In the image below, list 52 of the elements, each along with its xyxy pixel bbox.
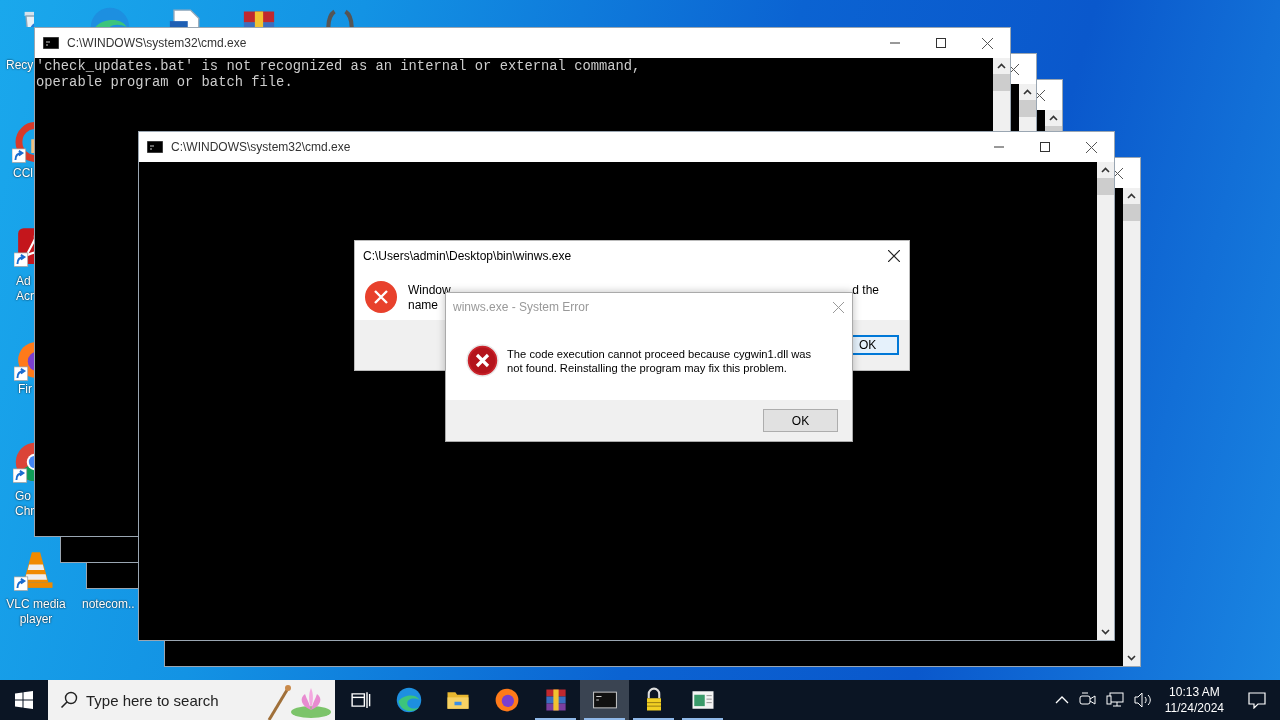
window-title: C:\WINDOWS\system32\cmd.exe [171,140,351,154]
message-text: d the [852,283,879,298]
start-icon[interactable] [15,691,33,709]
chevron-up-icon[interactable] [1054,696,1069,704]
console-line: operable program or batch file. [36,75,294,91]
dialog-title: winws.exe - System Error [453,300,591,314]
desktop-icon-label[interactable]: CCl [13,166,34,181]
camera-icon[interactable] [1078,692,1096,708]
scrollbar-thumb[interactable] [1019,100,1036,117]
close-icon[interactable] [981,37,993,49]
scroll-up-icon[interactable] [997,63,1006,69]
close-icon[interactable] [1085,141,1097,153]
terminal-icon [147,141,163,153]
close-icon[interactable] [888,250,900,262]
maximize-icon[interactable] [1040,142,1050,152]
scrollbar-thumb[interactable] [1045,126,1062,131]
clock-button[interactable]: 10:13 AM 11/24/2024 [1156,684,1232,716]
brush-icon[interactable] [12,120,34,164]
desktop-icon-label[interactable]: Ad Acr [16,274,34,304]
terminal-icon [43,37,59,49]
search-field[interactable]: Type here to search [48,680,335,720]
scrollbar-thumb[interactable] [1097,178,1114,195]
ok-button[interactable]: OK [851,335,899,355]
error-message: The code execution cannot proceed because cygwin1.dll was not found. Reinstalling the program may fix this problem. [507,346,813,375]
ok-button[interactable]: OK [763,409,838,432]
desktop-icon-label[interactable]: notecom.. [82,597,138,612]
network-icon[interactable] [1105,692,1124,708]
scroll-down-icon[interactable] [1101,629,1110,635]
console-line: 'check_updates.bat' is not recognized as an internal or external command, [36,59,642,75]
desktop-icon-label[interactable]: Go Chr [15,489,34,519]
dialog-title: C:\Users\admin\Desktop\bin\winws.exe [363,249,573,263]
notification-icon[interactable] [1248,691,1266,709]
maximize-icon[interactable] [936,38,946,48]
scroll-down-icon[interactable] [1127,655,1136,661]
desktop-icon-label[interactable]: VLC media player [2,597,70,627]
scroll-up-icon[interactable] [1101,167,1110,173]
scroll-up-icon[interactable] [1127,193,1136,199]
error-icon [466,344,499,377]
wave-circle-icon[interactable] [394,686,423,714]
search-icon [60,691,78,709]
desktop-icon-label[interactable]: Recy [6,58,34,73]
speaker-icon[interactable] [1133,692,1152,708]
scrollbar-thumb[interactable] [1123,204,1140,221]
message-text: Window [408,283,451,298]
error-icon [365,281,397,313]
desktop-icon-label[interactable]: Fir [18,382,34,397]
window-title: C:\WINDOWS\system32\cmd.exe [67,36,247,50]
taskbar-button[interactable] [580,680,629,720]
scroll-up-icon[interactable] [1023,89,1032,95]
scroll-up-icon[interactable] [1049,115,1058,121]
scrollbar-thumb[interactable] [993,74,1010,91]
message-text: name [408,298,439,312]
